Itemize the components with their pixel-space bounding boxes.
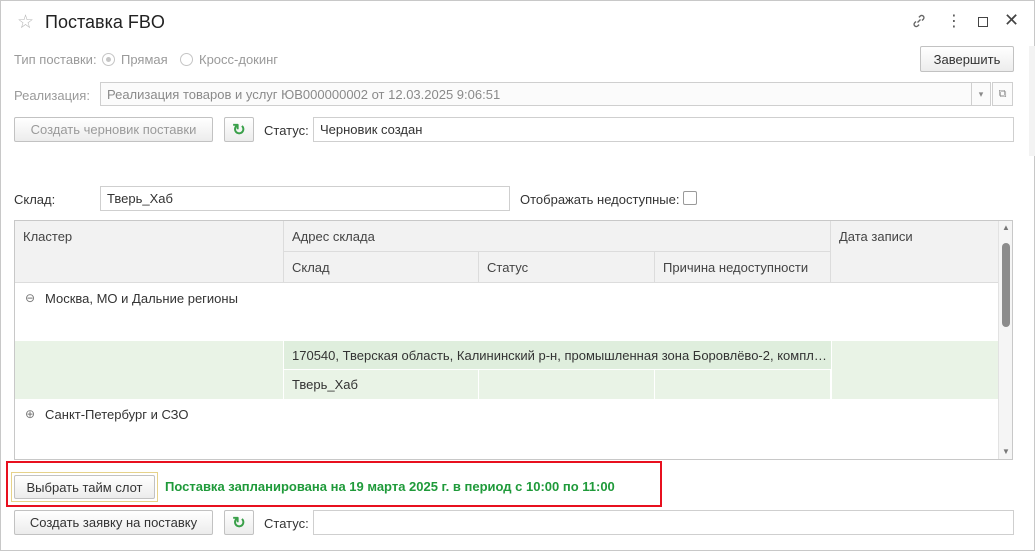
realization-dropdown[interactable]: ▾ [971, 82, 991, 106]
draft-status-label: Статус: [264, 123, 309, 138]
star-icon[interactable]: ☆ [17, 11, 34, 34]
radio-crossdock-label[interactable]: Кросс-докинг [199, 52, 278, 67]
open-icon: ⧉ [998, 87, 1007, 100]
refresh-request-button[interactable]: ↻ [224, 510, 254, 535]
radio-crossdock[interactable] [180, 53, 193, 66]
realization-value: Реализация товаров и услуг ЮВ000000002 о… [107, 86, 501, 102]
window-title: Поставка FBO [45, 12, 165, 32]
col-warehouse-header[interactable]: Склад [284, 252, 479, 283]
warehouse-input[interactable]: Тверь_Хаб [100, 186, 510, 211]
finish-button[interactable]: Завершить [920, 46, 1014, 72]
reason-cell [655, 370, 831, 399]
warehouse-cell: Тверь_Хаб [284, 370, 479, 399]
radio-direct[interactable] [102, 53, 115, 66]
refresh-icon: ↻ [232, 514, 246, 532]
realization-field[interactable]: Реализация товаров и услуг ЮВ000000002 о… [100, 82, 972, 106]
chevron-down-icon: ▾ [978, 88, 984, 99]
group-name: Санкт-Петербург и СЗО [45, 406, 189, 422]
table-row[interactable]: 170540, Тверская область, Калининский р-… [15, 341, 999, 399]
col-reason-header[interactable]: Причина недоступности [655, 252, 831, 283]
draft-status-value: Черновик создан [320, 122, 423, 137]
group-row[interactable]: ⊕ Санкт-Петербург и СЗО [15, 399, 999, 429]
col-status-header[interactable]: Статус [479, 252, 655, 283]
supply-type-label: Тип поставки: [14, 52, 97, 67]
col-date-header[interactable]: Дата записи [831, 221, 999, 283]
more-icon[interactable]: ⋮ [946, 11, 962, 31]
window: ☆ Поставка FBO ⋮ ✕ Завершить Тип поставк… [0, 0, 1035, 551]
divider [831, 341, 832, 399]
draft-status-field[interactable]: Черновик создан [313, 117, 1014, 142]
divider [283, 341, 284, 399]
timeslot-message: Поставка запланирована на 19 марта 2025 … [165, 479, 615, 494]
show-unavailable-label: Отображать недоступные: [520, 192, 680, 207]
maximize-icon[interactable] [978, 17, 988, 27]
warehouse-table[interactable]: Кластер Адрес склада Склад Статус Причин… [14, 220, 1013, 460]
address-value: 170540, Тверская область, Калининский р-… [292, 348, 827, 363]
show-unavailable-checkbox[interactable] [683, 191, 697, 205]
close-icon[interactable]: ✕ [1004, 10, 1019, 31]
realization-label: Реализация: [14, 88, 90, 103]
link-icon[interactable] [911, 13, 927, 32]
group-row[interactable]: ⊖ Москва, МО и Дальние регионы [15, 283, 999, 341]
window-scrollbar[interactable] [1029, 46, 1035, 156]
scrollbar-thumb[interactable] [1002, 243, 1010, 327]
create-request-button[interactable]: Создать заявку на поставку [14, 510, 213, 535]
col-cluster-header[interactable]: Кластер [15, 221, 284, 283]
refresh-draft-button[interactable]: ↻ [224, 117, 254, 142]
scroll-down-icon[interactable]: ▼ [1002, 447, 1010, 456]
request-status-field[interactable] [313, 510, 1014, 535]
col-address-header[interactable]: Адрес склада [284, 221, 831, 252]
choose-timeslot-button[interactable]: Выбрать тайм слот [14, 475, 155, 499]
radio-direct-label[interactable]: Прямая [121, 52, 168, 67]
warehouse-cell-value: Тверь_Хаб [292, 377, 358, 392]
request-status-label: Статус: [264, 516, 309, 531]
group-name: Москва, МО и Дальние регионы [45, 290, 238, 306]
status-cell [479, 370, 655, 399]
address-cell: 170540, Тверская область, Калининский р-… [284, 341, 831, 370]
refresh-icon: ↻ [232, 121, 246, 139]
table-scrollbar[interactable]: ▲ ▼ [998, 221, 1012, 459]
scroll-up-icon[interactable]: ▲ [1002, 223, 1010, 232]
realization-open[interactable]: ⧉ [992, 82, 1013, 106]
warehouse-label: Склад: [14, 192, 56, 207]
create-draft-button[interactable]: Создать черновик поставки [14, 117, 213, 142]
warehouse-value: Тверь_Хаб [107, 191, 173, 206]
